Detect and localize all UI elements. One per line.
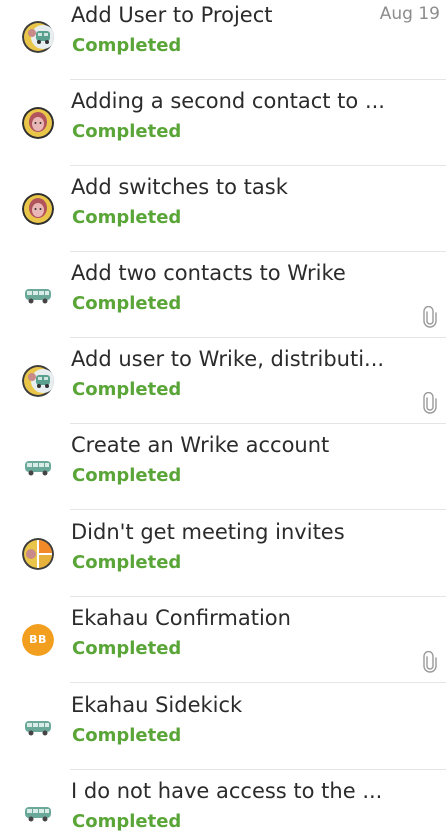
task-title: Add User to Project: [71, 3, 273, 27]
task-status: Completed: [72, 121, 182, 142]
person-avatar-icon: [22, 193, 54, 225]
task-row[interactable]: BB Ekahau Confirmation Completed: [0, 597, 446, 683]
task-status: Completed: [72, 35, 182, 56]
task-row[interactable]: Add User to Project Aug 19 Completed: [0, 0, 446, 80]
bus-avatar-icon: [22, 451, 54, 483]
person-avatar-icon: [22, 107, 54, 139]
multi-avatar-icon: [22, 538, 54, 570]
task-title: Didn't get meeting invites: [71, 520, 345, 544]
task-list: Add User to Project Aug 19 Completed Add…: [0, 0, 446, 839]
initials-avatar: BB: [22, 624, 54, 656]
task-row[interactable]: Add switches to task Completed: [0, 166, 446, 252]
task-status: Completed: [72, 552, 182, 573]
grouped-avatar-icon: [22, 21, 54, 53]
task-title: Add switches to task: [71, 175, 288, 199]
task-row[interactable]: Create an Wrike account Completed: [0, 424, 446, 510]
task-row[interactable]: I do not have access to the ... Complete…: [0, 770, 446, 839]
task-status: Completed: [72, 811, 182, 832]
task-title: Create an Wrike account: [71, 433, 330, 457]
task-row[interactable]: Adding a second contact to ... Completed: [0, 80, 446, 166]
task-row[interactable]: Ekahau Sidekick Completed: [0, 684, 446, 770]
task-title: Add two contacts to Wrike: [71, 261, 346, 285]
bus-avatar-icon: [22, 711, 54, 743]
divider: [70, 682, 446, 683]
paperclip-icon: [423, 651, 437, 673]
bus-avatar-icon: [22, 279, 54, 311]
paperclip-icon: [423, 392, 437, 414]
bus-avatar-icon: [22, 797, 54, 829]
task-status: Completed: [72, 379, 182, 400]
task-status: Completed: [72, 293, 182, 314]
task-status: Completed: [72, 207, 182, 228]
paperclip-icon: [423, 306, 437, 328]
task-status: Completed: [72, 465, 182, 486]
divider: [70, 509, 446, 510]
task-row[interactable]: Add two contacts to Wrike Completed: [0, 252, 446, 338]
task-status: Completed: [72, 638, 182, 659]
task-title: Add user to Wrike, distributi...: [71, 347, 385, 371]
task-title: I do not have access to the ...: [71, 779, 383, 803]
task-status: Completed: [72, 725, 182, 746]
grouped-avatar-icon: [22, 365, 54, 397]
task-row[interactable]: Add user to Wrike, distributi... Complet…: [0, 338, 446, 424]
task-date: Aug 19: [379, 4, 440, 24]
task-row[interactable]: Didn't get meeting invites Completed: [0, 511, 446, 597]
task-title: Adding a second contact to ...: [71, 89, 385, 113]
task-title: Ekahau Confirmation: [71, 606, 291, 630]
task-title: Ekahau Sidekick: [71, 693, 243, 717]
